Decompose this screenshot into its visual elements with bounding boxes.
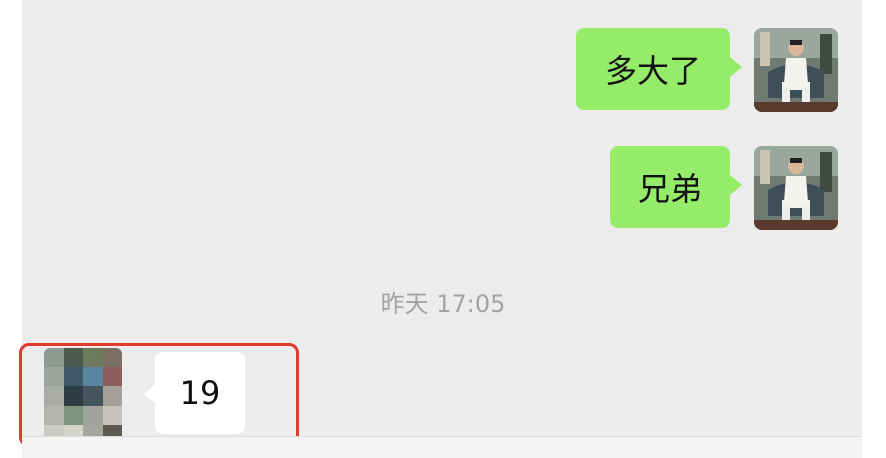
sender-avatar[interactable] <box>754 28 838 112</box>
person-avatar-icon <box>754 28 838 112</box>
bubble-tail <box>730 175 742 195</box>
bubble-tail <box>730 57 742 77</box>
message-timestamp: 昨天 17:05 <box>380 290 506 318</box>
outgoing-message-bubble[interactable]: 多大了 <box>576 28 730 110</box>
sender-avatar[interactable] <box>754 146 838 230</box>
person-avatar-icon <box>754 146 838 230</box>
message-text: 兄弟 <box>637 170 702 208</box>
message-text: 多大了 <box>604 52 701 90</box>
input-area-edge <box>22 437 862 458</box>
outgoing-message-bubble[interactable]: 兄弟 <box>610 146 730 228</box>
highlight-annotation <box>19 343 299 447</box>
